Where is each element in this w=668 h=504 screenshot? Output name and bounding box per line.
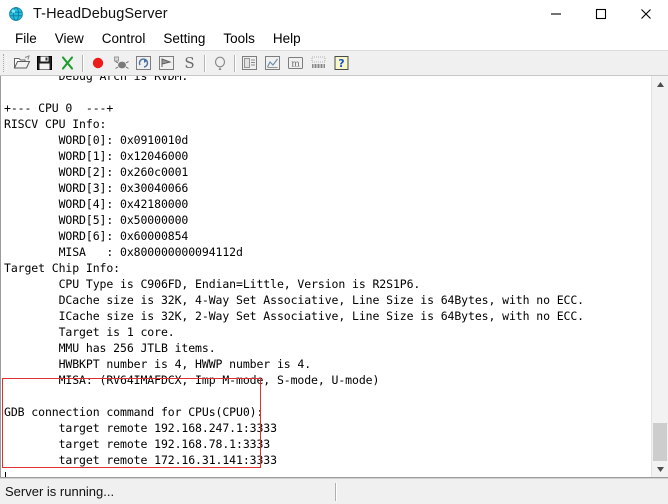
scroll-thumb[interactable]	[653, 423, 667, 461]
flag-icon[interactable]	[155, 52, 178, 74]
close-x-icon[interactable]	[56, 52, 79, 74]
window-controls	[533, 0, 668, 28]
log-panel: Debug Arch is RVDM. +--- CPU 0 ---+ RISC…	[0, 76, 668, 478]
window-title: T-HeadDebugServer	[33, 6, 168, 22]
scroll-track[interactable]	[652, 93, 668, 461]
scroll-down-button[interactable]	[652, 461, 668, 478]
log-scroll-area[interactable]: Debug Arch is RVDM. +--- CPU 0 ---+ RISC…	[1, 76, 651, 478]
debug-server-window: T-HeadDebugServer File View Control Sett…	[0, 0, 668, 504]
svg-text:?: ?	[338, 57, 344, 70]
trace-icon[interactable]	[307, 52, 330, 74]
globe-icon	[7, 5, 25, 23]
script-s-icon[interactable]: S	[178, 52, 201, 74]
status-message: Server is running...	[0, 484, 114, 499]
log-text[interactable]: Debug Arch is RVDM. +--- CPU 0 ---+ RISC…	[1, 76, 584, 468]
toolbar-grip[interactable]	[3, 54, 7, 72]
title-bar: T-HeadDebugServer	[0, 0, 668, 28]
vertical-scrollbar[interactable]	[651, 76, 668, 478]
maximize-button[interactable]	[578, 0, 623, 28]
minimize-button[interactable]	[533, 0, 578, 28]
window-layout-icon[interactable]	[238, 52, 261, 74]
help-question-icon[interactable]: ?	[330, 52, 353, 74]
open-folder-icon[interactable]	[10, 52, 33, 74]
menu-item-file[interactable]: File	[6, 30, 46, 48]
memory-m-icon[interactable]: m	[284, 52, 307, 74]
log-body: +--- CPU 0 ---+ RISCV CPU Info: WORD[0]:…	[4, 101, 584, 467]
save-disk-icon[interactable]	[33, 52, 56, 74]
scroll-up-button[interactable]	[652, 76, 668, 93]
toolbar-separator	[204, 55, 205, 72]
menu-item-setting[interactable]: Setting	[154, 30, 214, 48]
debug-bug-icon[interactable]	[109, 52, 132, 74]
menu-bar: File View Control Setting Tools Help	[0, 28, 668, 50]
toolbar: S	[0, 50, 668, 76]
menu-item-help[interactable]: Help	[264, 30, 310, 48]
close-button[interactable]	[623, 0, 668, 28]
menu-item-view[interactable]: View	[46, 30, 93, 48]
chart-icon[interactable]	[261, 52, 284, 74]
toolbar-separator	[82, 55, 83, 72]
menu-item-tools[interactable]: Tools	[214, 30, 264, 48]
record-dot-icon[interactable]	[86, 52, 109, 74]
balloon-icon[interactable]	[208, 52, 231, 74]
menu-item-control[interactable]: Control	[93, 30, 155, 48]
status-bar: Server is running...	[0, 478, 668, 504]
svg-text:m: m	[291, 60, 300, 70]
log-line-clipped: Debug Arch is RVDM.	[4, 76, 584, 84]
status-divider	[335, 483, 336, 501]
toolbar-separator	[234, 55, 235, 72]
svg-text:S: S	[184, 55, 194, 71]
refresh-icon[interactable]	[132, 52, 155, 74]
